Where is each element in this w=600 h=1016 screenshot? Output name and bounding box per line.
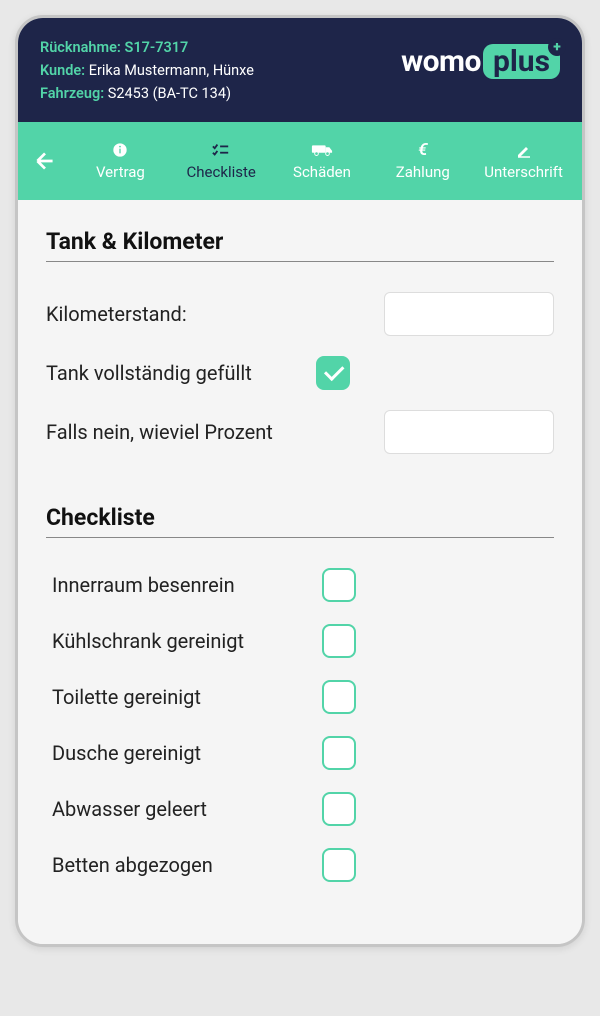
checklist-item: Dusche gereinigt bbox=[46, 736, 554, 770]
tank-full-row: Tank vollständig gefüllt bbox=[46, 356, 554, 390]
fahrzeug-label: Fahrzeug: bbox=[40, 85, 104, 102]
km-input[interactable] bbox=[384, 292, 554, 336]
ruecknahme-value: S17-7317 bbox=[124, 39, 188, 56]
tab-label: Unterschrift bbox=[484, 163, 563, 181]
plus-badge-icon: + bbox=[548, 38, 566, 56]
percent-label: Falls nein, wieviel Prozent bbox=[46, 420, 273, 444]
logo-womo: womo bbox=[401, 44, 481, 79]
logo: womo plus + bbox=[401, 44, 560, 79]
km-row: Kilometerstand: bbox=[46, 292, 554, 336]
back-button[interactable] bbox=[26, 148, 70, 174]
tab-label: Vertrag bbox=[96, 163, 145, 181]
checklist-checkbox[interactable] bbox=[322, 624, 356, 658]
section-title-checkliste: Checkliste bbox=[46, 504, 554, 531]
checklist-item: Betten abgezogen bbox=[46, 848, 554, 882]
checklist-icon bbox=[212, 141, 230, 159]
sign-icon bbox=[516, 141, 532, 159]
header: Rücknahme: S17-7317 Kunde: Erika Musterm… bbox=[18, 18, 582, 122]
checklist-item: Abwasser geleert bbox=[46, 792, 554, 826]
info-icon bbox=[112, 141, 128, 159]
checklist-label: Abwasser geleert bbox=[52, 797, 322, 821]
tab-bar: Vertrag Checkliste Schäden € Zahlung bbox=[18, 122, 582, 200]
divider bbox=[46, 537, 554, 538]
section-title-tank: Tank & Kilometer bbox=[46, 228, 554, 255]
checklist-label: Kühlschrank gereinigt bbox=[52, 629, 322, 653]
tab-checkliste[interactable]: Checkliste bbox=[171, 133, 272, 189]
ruecknahme-label: Rücknahme: bbox=[40, 39, 121, 56]
tab-label: Schäden bbox=[293, 163, 351, 181]
header-info: Rücknahme: S17-7317 Kunde: Erika Musterm… bbox=[40, 36, 254, 106]
fahrzeug-value: S2453 (BA-TC 134) bbox=[108, 85, 231, 102]
tab-label: Checkliste bbox=[187, 163, 256, 181]
checklist-checkbox[interactable] bbox=[322, 792, 356, 826]
percent-row: Falls nein, wieviel Prozent bbox=[46, 410, 554, 454]
kunde-value: Erika Mustermann, Hünxe bbox=[89, 62, 254, 79]
tab-label: Zahlung bbox=[396, 163, 450, 181]
checklist-checkbox[interactable] bbox=[322, 680, 356, 714]
logo-plus: plus + bbox=[483, 44, 560, 79]
tank-full-checkbox[interactable] bbox=[316, 356, 350, 390]
checklist-item: Toilette gereinigt bbox=[46, 680, 554, 714]
checklist-label: Betten abgezogen bbox=[52, 853, 322, 877]
checklist-item: Innerraum besenrein bbox=[46, 568, 554, 602]
tab-schaeden[interactable]: Schäden bbox=[272, 133, 373, 189]
checklist-label: Innerraum besenrein bbox=[52, 573, 322, 597]
tab-zahlung[interactable]: € Zahlung bbox=[372, 133, 473, 189]
tank-full-label: Tank vollständig gefüllt bbox=[46, 361, 316, 385]
tab-vertrag[interactable]: Vertrag bbox=[70, 133, 171, 189]
kunde-label: Kunde: bbox=[40, 62, 85, 79]
app-frame: Rücknahme: S17-7317 Kunde: Erika Musterm… bbox=[15, 15, 585, 947]
checklist-item: Kühlschrank gereinigt bbox=[46, 624, 554, 658]
divider bbox=[46, 261, 554, 262]
checklist-label: Dusche gereinigt bbox=[52, 741, 322, 765]
content: Tank & Kilometer Kilometerstand: Tank vo… bbox=[18, 200, 582, 944]
percent-input[interactable] bbox=[384, 410, 554, 454]
km-label: Kilometerstand: bbox=[46, 302, 187, 326]
checklist-checkbox[interactable] bbox=[322, 848, 356, 882]
van-icon bbox=[311, 141, 333, 159]
euro-icon: € bbox=[418, 141, 427, 159]
checklist-checkbox[interactable] bbox=[322, 568, 356, 602]
checklist-label: Toilette gereinigt bbox=[52, 685, 322, 709]
checklist-checkbox[interactable] bbox=[322, 736, 356, 770]
tab-unterschrift[interactable]: Unterschrift bbox=[473, 133, 574, 189]
